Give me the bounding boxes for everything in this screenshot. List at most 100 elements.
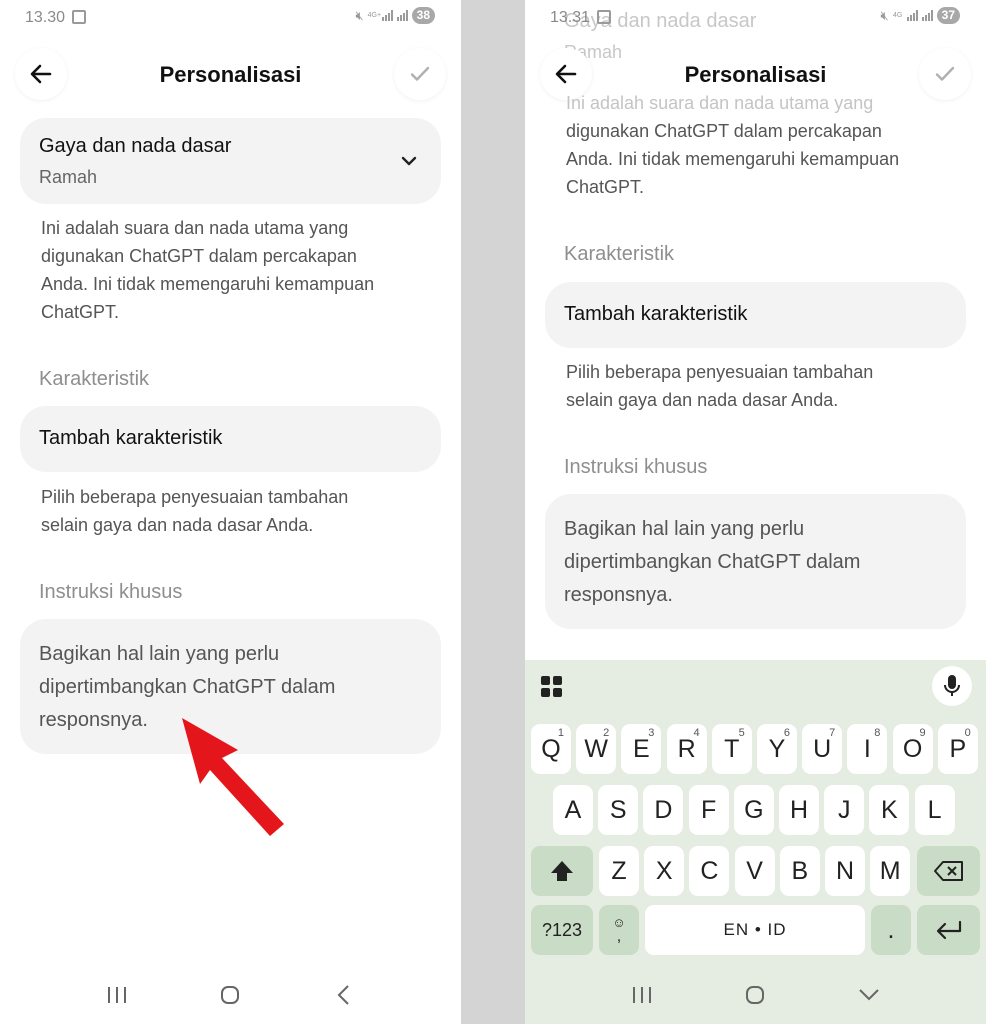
key-label: Y	[768, 734, 786, 763]
key-label: K	[881, 795, 898, 824]
keyboard-apps-button[interactable]	[539, 674, 565, 700]
key-label: D	[654, 795, 673, 824]
key-f[interactable]: F	[688, 785, 729, 835]
key-s[interactable]: S	[598, 785, 639, 835]
battery-level: 37	[936, 7, 960, 24]
enter-icon	[936, 920, 961, 940]
right-screen: Gaya dan nada dasar Ramah 13.31 🔇︎ 4G 37…	[525, 0, 986, 1024]
recent-apps-button[interactable]	[97, 980, 137, 1010]
add-traits-button[interactable]: Tambah karakteristik	[20, 406, 441, 472]
key-number-hint: 5	[738, 727, 745, 739]
comma-label: ,	[616, 927, 622, 945]
key-l[interactable]: L	[914, 785, 955, 835]
placeholder-line: dipertimbangkan ChatGPT dalam	[564, 551, 861, 573]
page-title: Personalisasi	[684, 62, 827, 87]
page-title: Personalisasi	[159, 62, 302, 87]
key-r[interactable]: R4	[666, 724, 707, 774]
key-b[interactable]: B	[779, 846, 820, 896]
style-description: Ini adalah suara dan nada utama yang dig…	[566, 89, 976, 201]
key-label: F	[700, 795, 717, 824]
style-description-line: Ini adalah suara dan nada utama yang	[41, 218, 349, 238]
signal-icon	[906, 10, 918, 21]
section-traits-heading: Karakteristik	[564, 243, 675, 265]
key-k[interactable]: K	[869, 785, 910, 835]
confirm-button[interactable]	[394, 48, 446, 100]
style-description-line: Anda. Ini tidak memengaruhi kemampuan	[566, 149, 900, 169]
hide-keyboard-button[interactable]	[849, 980, 889, 1010]
key-x[interactable]: X	[644, 846, 685, 896]
home-icon	[746, 986, 765, 1004]
key-g[interactable]: G	[733, 785, 774, 835]
add-traits-button[interactable]: Tambah karakteristik	[545, 282, 966, 348]
traits-description: Pilih beberapa penyesuaian tambahan sela…	[41, 483, 441, 539]
soft-keyboard: Q1W2E3R4T5Y6U7I8O9P0 ASDFGHJKL ZXCVBNM ?…	[525, 660, 986, 1024]
custom-instructions-field[interactable]: Bagikan hal lain yang perlu dipertimbang…	[545, 494, 966, 629]
traits-description-line: selain gaya dan nada dasar Anda.	[41, 515, 314, 535]
emoji-comma-key[interactable]: ☺ ,	[599, 905, 639, 955]
style-description: Ini adalah suara dan nada utama yang dig…	[41, 214, 441, 326]
chevron-down-icon	[859, 989, 879, 1001]
add-traits-label: Tambah karakteristik	[564, 303, 748, 325]
key-e[interactable]: E3	[621, 724, 662, 774]
key-label: X	[655, 856, 673, 885]
style-dropdown[interactable]: Gaya dan nada dasar Ramah	[20, 118, 441, 204]
grid-icon	[541, 676, 562, 697]
section-instructions-heading: Instruksi khusus	[564, 456, 708, 478]
shift-icon	[551, 861, 573, 881]
backspace-key[interactable]	[917, 846, 980, 896]
enter-key[interactable]	[917, 905, 980, 955]
voice-input-button[interactable]	[932, 666, 972, 706]
key-number-hint: 9	[919, 727, 926, 739]
period-key[interactable]: .	[871, 905, 911, 955]
style-description-line: digunakan ChatGPT dalam percakapan	[41, 246, 357, 266]
placeholder-line: dipertimbangkan ChatGPT dalam	[39, 676, 336, 698]
chevron-down-icon	[401, 156, 417, 166]
key-number-hint: 0	[964, 727, 971, 739]
key-v[interactable]: V	[734, 846, 775, 896]
home-button[interactable]	[735, 980, 775, 1010]
recent-apps-icon	[632, 987, 651, 1003]
key-z[interactable]: Z	[599, 846, 639, 896]
key-y[interactable]: Y6	[757, 724, 797, 774]
shift-key[interactable]	[531, 846, 593, 896]
style-dropdown-title: Gaya dan nada dasar	[39, 135, 232, 157]
style-description-line: digunakan ChatGPT dalam percakapan	[566, 121, 882, 141]
placeholder-line: Bagikan hal lain yang perlu	[39, 643, 280, 665]
style-description-line: Ini adalah suara dan nada utama yang	[566, 93, 874, 113]
screenshot-icon	[72, 10, 86, 24]
key-label: H	[789, 795, 809, 824]
back-nav-button[interactable]	[324, 980, 364, 1010]
home-button[interactable]	[210, 980, 250, 1010]
traits-description-line: selain gaya dan nada dasar Anda.	[566, 390, 839, 410]
key-d[interactable]: D	[643, 785, 684, 835]
key-q[interactable]: Q1	[531, 724, 571, 774]
top-bar: Personalisasi	[0, 48, 461, 102]
battery-level: 38	[411, 7, 435, 24]
key-label: P	[949, 734, 967, 763]
check-icon	[410, 66, 430, 81]
key-a[interactable]: A	[553, 785, 593, 835]
symbols-key[interactable]: ?123	[531, 905, 593, 955]
backspace-icon	[933, 861, 963, 881]
key-h[interactable]: H	[779, 785, 819, 835]
key-c[interactable]: C	[689, 846, 730, 896]
mute-icon: 🔇︎	[355, 7, 364, 23]
mute-icon: 🔇︎	[880, 7, 889, 23]
status-time: 13.30	[25, 9, 66, 26]
signal-icon	[381, 10, 393, 21]
key-m[interactable]: M	[870, 846, 911, 896]
key-o[interactable]: O9	[892, 724, 933, 774]
key-w[interactable]: W2	[576, 724, 617, 774]
key-n[interactable]: N	[825, 846, 865, 896]
recent-apps-icon	[107, 987, 126, 1003]
recent-apps-button[interactable]	[622, 980, 662, 1010]
key-label: V	[746, 856, 763, 885]
key-j[interactable]: J	[824, 785, 865, 835]
key-t[interactable]: T5	[711, 724, 752, 774]
key-u[interactable]: U7	[802, 724, 843, 774]
traits-description: Pilih beberapa penyesuaian tambahan sela…	[566, 358, 976, 414]
space-key[interactable]: EN • ID	[645, 905, 865, 955]
key-p[interactable]: P0	[937, 724, 978, 774]
check-icon	[935, 66, 955, 81]
key-i[interactable]: I8	[847, 724, 888, 774]
